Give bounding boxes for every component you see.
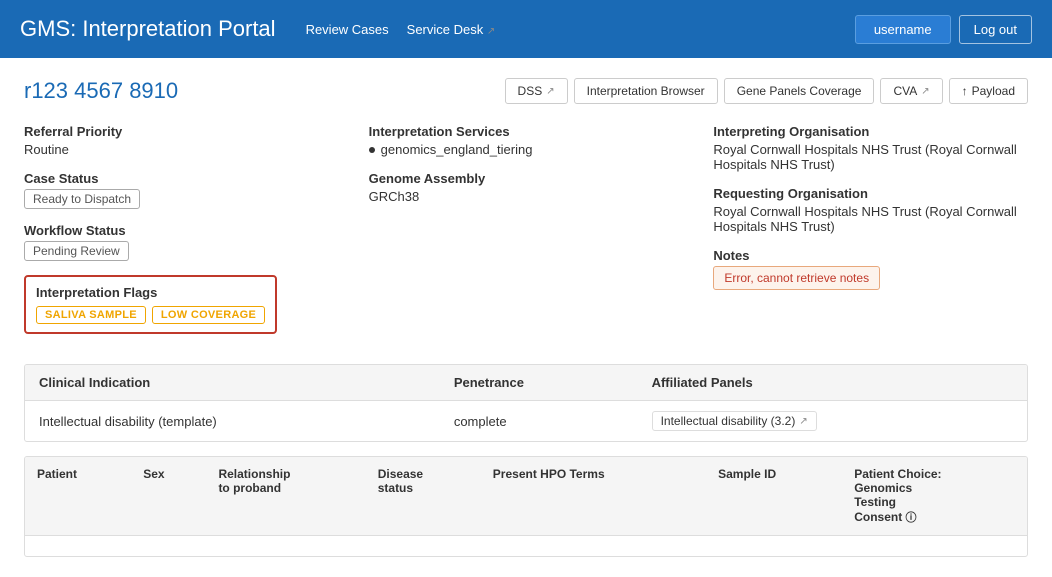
hpo-terms-header: Present HPO Terms bbox=[481, 457, 706, 536]
case-status-section: Case Status Ready to Dispatch bbox=[24, 171, 339, 209]
header-user-area: username Log out bbox=[855, 15, 1032, 44]
gene-panels-coverage-button[interactable]: Gene Panels Coverage bbox=[724, 78, 875, 104]
username-button[interactable]: username bbox=[855, 15, 951, 44]
cva-external-icon: ↗ bbox=[921, 86, 929, 97]
service-item: genomics_england_tiering bbox=[369, 142, 684, 157]
interpretation-flags-section: Interpretation Flags SALIVA SAMPLE LOW C… bbox=[24, 275, 339, 334]
interpretation-browser-button[interactable]: Interpretation Browser bbox=[574, 78, 718, 104]
external-link-icon: ↗ bbox=[487, 26, 495, 37]
affiliated-panel-link[interactable]: Intellectual disability (3.2) ↗ bbox=[652, 411, 817, 431]
workflow-status-section: Workflow Status Pending Review bbox=[24, 223, 339, 261]
flag-low-coverage: LOW COVERAGE bbox=[152, 306, 265, 324]
nav-service-desk[interactable]: Service Desk ↗ bbox=[407, 22, 496, 37]
flags-row: SALIVA SAMPLE LOW COVERAGE bbox=[36, 306, 265, 324]
info-col-middle: Interpretation Services genomics_england… bbox=[369, 124, 684, 348]
panel-external-icon: ↗ bbox=[799, 416, 807, 427]
interpretation-flags-label: Interpretation Flags bbox=[36, 285, 265, 300]
flag-saliva-sample: SALIVA SAMPLE bbox=[36, 306, 146, 324]
interpretation-services-section: Interpretation Services genomics_england… bbox=[369, 124, 684, 157]
app-header: GMS: Interpretation Portal Review Cases … bbox=[0, 0, 1052, 58]
affiliated-panels-cell: Intellectual disability (3.2) ↗ bbox=[638, 401, 1027, 442]
referral-priority-value: Routine bbox=[24, 142, 339, 157]
main-nav: Review Cases Service Desk ↗ bbox=[306, 22, 855, 37]
genome-assembly-section: Genome Assembly GRCh38 bbox=[369, 171, 684, 204]
nav-review-cases[interactable]: Review Cases bbox=[306, 22, 389, 37]
logout-button[interactable]: Log out bbox=[959, 15, 1032, 44]
dss-button[interactable]: DSS ↗ bbox=[505, 78, 568, 104]
cva-button[interactable]: CVA ↗ bbox=[880, 78, 942, 104]
interpreting-org-value: Royal Cornwall Hospitals NHS Trust (Roya… bbox=[713, 142, 1028, 172]
workflow-status-badge: Pending Review bbox=[24, 241, 129, 261]
clinical-indication-cell: Intellectual disability (template) bbox=[25, 401, 440, 442]
payload-button[interactable]: ↑ Payload bbox=[949, 78, 1028, 104]
app-title: GMS: Interpretation Portal bbox=[20, 16, 276, 42]
interpreting-org-section: Interpreting Organisation Royal Cornwall… bbox=[713, 124, 1028, 172]
bullet-dot bbox=[369, 147, 375, 153]
workflow-status-label: Workflow Status bbox=[24, 223, 339, 238]
referral-priority-label: Referral Priority bbox=[24, 124, 339, 139]
info-col-right: Interpreting Organisation Royal Cornwall… bbox=[713, 124, 1028, 348]
requesting-org-value: Royal Cornwall Hospitals NHS Trust (Roya… bbox=[713, 204, 1028, 234]
table-row: Intellectual disability (template) compl… bbox=[25, 401, 1027, 442]
patient-table: Patient Sex Relationshipto proband Disea… bbox=[24, 456, 1028, 557]
case-id: r123 4567 8910 bbox=[24, 78, 178, 104]
disease-status-header: Diseasestatus bbox=[366, 457, 481, 536]
main-content: r123 4567 8910 DSS ↗ Interpretation Brow… bbox=[0, 58, 1052, 577]
penetrance-cell: complete bbox=[440, 401, 638, 442]
patient-row-empty bbox=[25, 536, 1027, 557]
notes-error-badge: Error, cannot retrieve notes bbox=[713, 266, 880, 290]
case-toolbar: DSS ↗ Interpretation Browser Gene Panels… bbox=[505, 78, 1028, 104]
interpreting-org-label: Interpreting Organisation bbox=[713, 124, 1028, 139]
case-status-badge: Ready to Dispatch bbox=[24, 189, 140, 209]
patient-choice-header: Patient Choice:GenomicsTestingConsent ⓘ bbox=[842, 457, 1027, 536]
clinical-indication-table: Clinical Indication Penetrance Affiliate… bbox=[24, 364, 1028, 442]
genome-assembly-label: Genome Assembly bbox=[369, 171, 684, 186]
notes-label: Notes bbox=[713, 248, 1028, 263]
requesting-org-section: Requesting Organisation Royal Cornwall H… bbox=[713, 186, 1028, 234]
affiliated-panels-header: Affiliated Panels bbox=[638, 365, 1027, 401]
penetrance-header: Penetrance bbox=[440, 365, 638, 401]
patient-header: Patient bbox=[25, 457, 131, 536]
interpretation-services-label: Interpretation Services bbox=[369, 124, 684, 139]
referral-priority-section: Referral Priority Routine bbox=[24, 124, 339, 157]
sex-header: Sex bbox=[131, 457, 206, 536]
payload-upload-icon: ↑ bbox=[962, 84, 968, 98]
clinical-indication-header: Clinical Indication bbox=[25, 365, 440, 401]
interpretation-flags-box: Interpretation Flags SALIVA SAMPLE LOW C… bbox=[24, 275, 277, 334]
info-grid: Referral Priority Routine Case Status Re… bbox=[24, 124, 1028, 348]
sample-id-header: Sample ID bbox=[706, 457, 842, 536]
case-header-row: r123 4567 8910 DSS ↗ Interpretation Brow… bbox=[24, 78, 1028, 104]
genome-assembly-value: GRCh38 bbox=[369, 189, 684, 204]
dss-external-icon: ↗ bbox=[546, 86, 554, 97]
service-value: genomics_england_tiering bbox=[381, 142, 533, 157]
notes-section: Notes Error, cannot retrieve notes bbox=[713, 248, 1028, 290]
requesting-org-label: Requesting Organisation bbox=[713, 186, 1028, 201]
relationship-header: Relationshipto proband bbox=[206, 457, 365, 536]
case-status-label: Case Status bbox=[24, 171, 339, 186]
info-col-left: Referral Priority Routine Case Status Re… bbox=[24, 124, 339, 348]
